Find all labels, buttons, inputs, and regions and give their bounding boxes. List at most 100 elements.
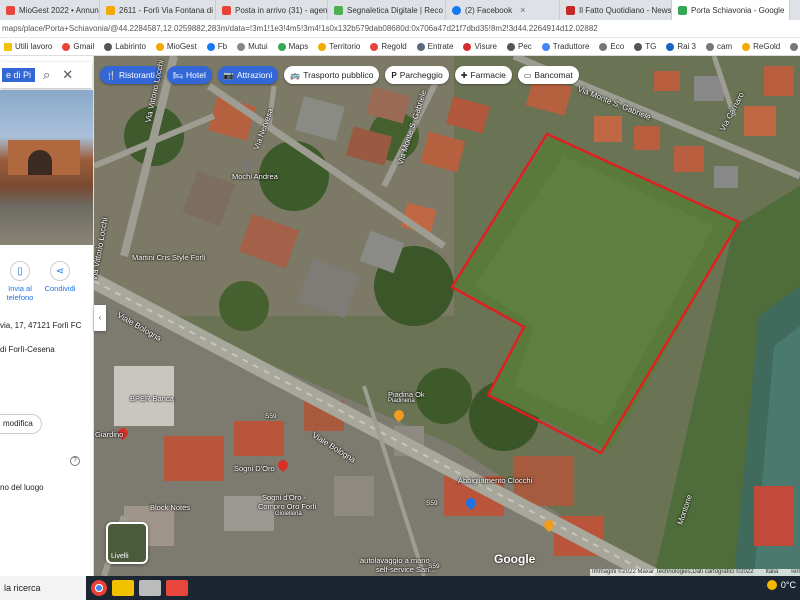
search-query[interactable]: e di Pi [2, 68, 36, 82]
territorio-icon [318, 42, 327, 51]
visure-icon [463, 42, 472, 51]
place-actions: ▯ Invia al telefono ⋖ Condividi [0, 261, 93, 321]
tab-segnaletica[interactable]: Segnaletica Digitale | Reco× [328, 0, 446, 20]
regold-icon [370, 42, 379, 51]
place-label: autolavaggio a mano [360, 556, 430, 565]
tab-porta-schiavonia[interactable]: Porta Schiavonia - Google× [672, 0, 790, 20]
place-sublabel: Piadineria [388, 398, 415, 404]
browser-tab-bar: MioGest 2022 • Annunci× 2611 - Forlì Via… [0, 0, 800, 20]
search-icon[interactable]: ⌕ [43, 67, 50, 83]
bookmark-regold-2[interactable]: ReGold [742, 42, 780, 51]
windows-taskbar: la ricerca 0°C [0, 576, 800, 600]
share-icon: ⋖ [50, 261, 70, 281]
gmail-favicon-icon [222, 5, 231, 15]
bookmark-eco[interactable]: Eco [599, 42, 624, 51]
place-label: Mochi Andrea [232, 172, 278, 181]
place-label: Abbigliamento Clocchi [458, 476, 533, 485]
chip-parcheggio[interactable]: P Parcheggio [385, 66, 449, 84]
facebook-icon [206, 42, 215, 51]
bookmark-rai3[interactable]: Rai 3 [666, 42, 696, 51]
road-number-label: S59 [428, 563, 440, 570]
tab-miogest[interactable]: MioGest 2022 • Annunci× [0, 0, 100, 20]
chip-hotel[interactable]: 🛏 Hotel [166, 66, 212, 84]
address-bar[interactable]: maps/place/Porta+Schiavonia/@44.2284587,… [0, 20, 800, 38]
place-label: Sogni D'Oro [234, 464, 275, 473]
cam-icon [706, 42, 714, 51]
tab-facebook[interactable]: (2) Facebook × [446, 0, 560, 20]
bookmark-entrate[interactable]: Entrate [416, 42, 453, 51]
taskbar-search[interactable]: la ricerca [0, 576, 86, 600]
translate-icon [541, 42, 550, 51]
send-to-phone-button[interactable]: ▯ Invia al telefono [0, 261, 40, 302]
road-number-label: S59 [426, 500, 438, 507]
labirinto-icon [104, 42, 113, 51]
close-tab-icon[interactable]: × [520, 5, 525, 15]
pharmacy-icon: ✚ [460, 70, 468, 80]
place-label: Sogni d'Oro - [262, 493, 306, 502]
parking-icon: P [391, 70, 397, 80]
bookmark-fb[interactable]: Fb [206, 42, 227, 51]
tg-icon [634, 42, 643, 51]
rai-icon [666, 42, 675, 51]
url-text: maps/place/Porta+Schiavonia/@44.2284587,… [2, 24, 598, 33]
maps-favicon-icon [678, 5, 687, 15]
chip-trasporto-pubblico[interactable]: 🚌 Trasporto pubblico [284, 66, 380, 84]
close-icon[interactable]: ✕ [62, 67, 73, 83]
layers-button[interactable]: Livelli [106, 522, 148, 564]
bookmark-maps[interactable]: Maps [277, 42, 308, 51]
help-icon[interactable]: ? [70, 456, 80, 466]
place-label: BPER Banca [130, 394, 174, 403]
tab-forli-fontana[interactable]: 2611 - Forlì Via Fontana di× [100, 0, 216, 20]
chip-farmacie[interactable]: ✚ Farmacie [454, 66, 512, 84]
chip-bancomat[interactable]: ▭ Bancomat [517, 66, 579, 84]
share-button[interactable]: ⋖ Condividi [40, 261, 80, 293]
bus-icon: 🚌 [290, 70, 301, 80]
chip-attrazioni[interactable]: 📷 Attrazioni [217, 66, 279, 84]
chrome-icon[interactable] [91, 580, 107, 596]
bookmark-pipi[interactable]: pipi [790, 42, 800, 51]
bookmark-pec[interactable]: Pec [507, 42, 532, 51]
place-sublabel: Gioielleria [275, 511, 302, 517]
weather-temp: 0°C [780, 580, 796, 590]
satellite-map[interactable] [94, 56, 800, 576]
collapse-panel-button[interactable]: ‹ [94, 305, 106, 331]
search-box[interactable]: e di Pi ⌕ ✕ [0, 62, 92, 88]
folder-icon [4, 42, 12, 51]
tab-fatto-quotidiano[interactable]: Il Fatto Quotidiano - News× [560, 0, 672, 20]
file-explorer-icon[interactable] [112, 580, 134, 596]
restaurant-icon: 🍴 [106, 70, 116, 80]
camera-icon: 📷 [223, 70, 234, 80]
place-photo[interactable] [0, 90, 93, 245]
place-region: di Forlì-Cesena [0, 345, 55, 354]
app-icon[interactable] [166, 580, 188, 596]
suggest-edit-button[interactable]: modifica [0, 414, 42, 434]
bookmark-regold[interactable]: Regold [370, 42, 407, 51]
mutui-icon [237, 42, 246, 51]
bookmark-miogest[interactable]: MioGest [155, 42, 197, 51]
entrate-icon [416, 42, 425, 51]
bookmark-tg[interactable]: TG [634, 42, 656, 51]
bookmark-visure[interactable]: Visure [463, 42, 497, 51]
bookmark-utili-lavoro[interactable]: Utili lavoro [4, 42, 52, 51]
bookmark-gmail[interactable]: Gmail [62, 42, 94, 51]
bookmark-labirinto[interactable]: Labirinto [104, 42, 146, 51]
system-tray[interactable]: 0°C [766, 580, 796, 590]
regold-icon [742, 42, 751, 51]
pipi-icon [790, 42, 799, 51]
bookmark-territorio[interactable]: Territorio [318, 42, 360, 51]
porta-photo-arch [28, 150, 52, 175]
store-icon[interactable] [139, 580, 161, 596]
hotel-icon: 🛏 [172, 70, 184, 80]
miogest-favicon-icon [6, 5, 15, 15]
bookmark-mutui[interactable]: Mutui [237, 42, 268, 51]
segnaletica-favicon-icon [334, 5, 343, 15]
category-chips: 🍴 Ristoranti 🛏 Hotel 📷 Attrazioni 🚌 Trasport… [100, 66, 579, 84]
place-label: Compro Oro Forlì [258, 502, 317, 511]
bookmark-cam[interactable]: cam [706, 42, 732, 51]
bookmark-traduttore[interactable]: Traduttore [541, 42, 589, 51]
place-label: Martini Cris Style Forlì [132, 253, 206, 262]
miogest-icon [155, 42, 164, 51]
bookmarks-bar: Utili lavoro Gmail Labirinto MioGest Fb … [0, 38, 800, 56]
claim-business-link[interactable]: no del luogo [0, 483, 44, 492]
tab-gmail[interactable]: Posta in arrivo (31) - agen× [216, 0, 328, 20]
